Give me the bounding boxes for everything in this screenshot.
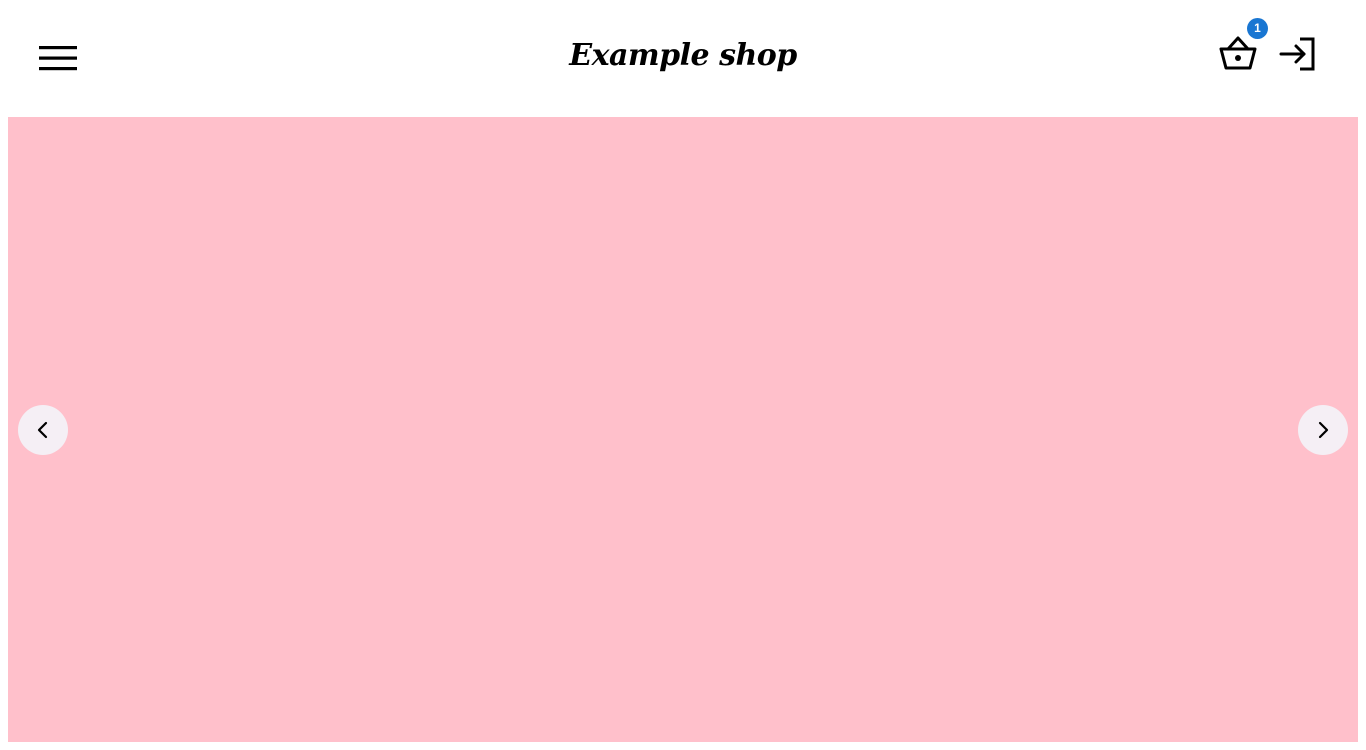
chevron-right-icon (1318, 421, 1329, 439)
carousel-prev-button[interactable] (18, 405, 68, 455)
login-icon (1279, 37, 1315, 71)
basket-button[interactable]: 1 (1216, 18, 1268, 73)
carousel-next-button[interactable] (1298, 405, 1348, 455)
hero-carousel (8, 117, 1358, 742)
login-button[interactable] (1278, 35, 1318, 73)
site-header: Example shop 1 (0, 0, 1366, 117)
chevron-left-icon (37, 421, 48, 439)
shop-logo-container: Example shop (0, 38, 1366, 73)
hamburger-menu-icon (39, 46, 77, 71)
shopping-basket-icon (1219, 36, 1257, 70)
carousel-slide (8, 117, 1358, 742)
shop-logo[interactable]: Example shop (569, 38, 797, 73)
basket-count-badge: 1 (1247, 18, 1268, 39)
menu-button[interactable] (36, 40, 80, 76)
